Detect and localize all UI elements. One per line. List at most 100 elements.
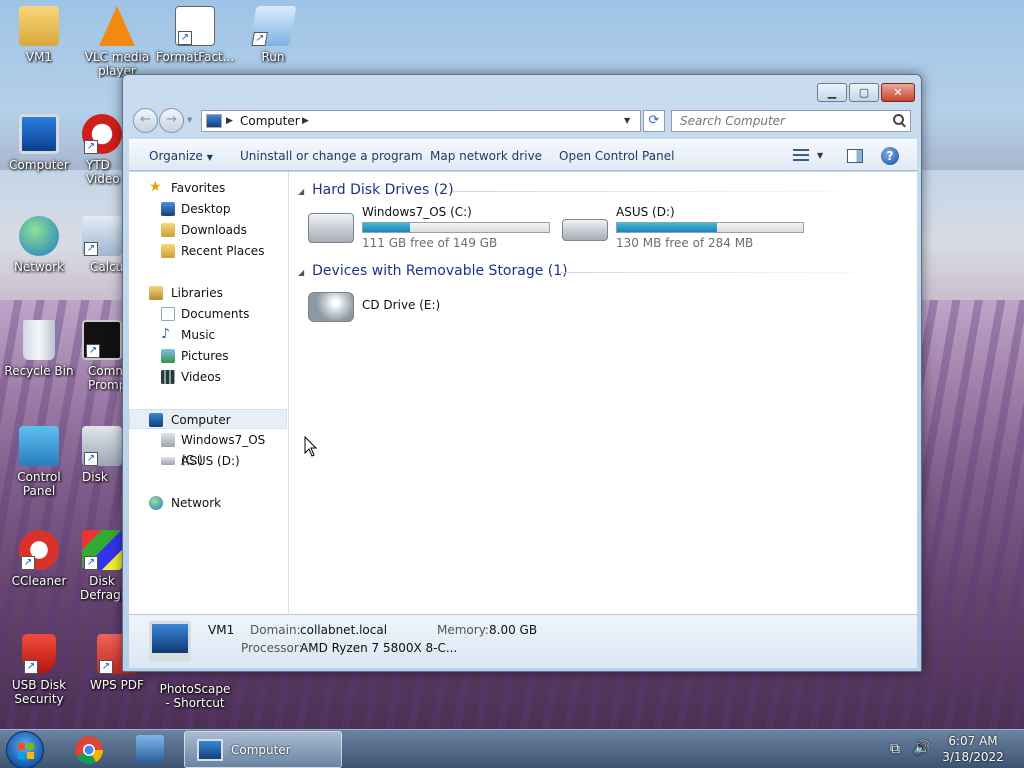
- computer-small-icon: [197, 739, 223, 761]
- desktop-icon-recycle-bin[interactable]: Recycle Bin: [0, 320, 78, 378]
- nav-label: Computer: [171, 413, 231, 427]
- desktop-icon-calculator[interactable]: ↗ Calculator: [80, 216, 124, 274]
- maximize-icon: ▢: [858, 86, 870, 99]
- desktop-icon-label: USB Disk Security: [11, 678, 67, 706]
- vlc-cone-icon: [99, 6, 135, 46]
- nav-recent-places[interactable]: Recent Places: [129, 241, 287, 261]
- clock[interactable]: 6:07 AM 3/18/2022: [940, 734, 1006, 764]
- taskbar-window-computer[interactable]: Computer: [184, 731, 342, 768]
- explorer-window: ▁ ▢ ✕ ← → ▼ ▶ Computer ▶ ▼ ⟳ Organize▼ U…: [122, 74, 922, 672]
- drive-usage-fill: [363, 223, 411, 232]
- map-network-drive-button[interactable]: Map network drive: [430, 149, 542, 163]
- help-icon[interactable]: ?: [881, 147, 899, 165]
- documents-icon: [161, 307, 175, 321]
- recent-pages-dropdown-icon[interactable]: ▼: [187, 116, 192, 124]
- desktop-icon-usb-disk-security[interactable]: ↗ USB Disk Security: [0, 634, 78, 706]
- open-control-panel-button[interactable]: Open Control Panel: [559, 149, 674, 163]
- ccleaner-icon: ↗: [19, 530, 59, 570]
- volume-icon[interactable]: 🔊: [913, 740, 930, 756]
- desktop-icon-label: VM1: [25, 50, 53, 64]
- nav-downloads[interactable]: Downloads: [129, 220, 287, 240]
- forward-button[interactable]: →: [159, 108, 184, 133]
- taskbar-app[interactable]: [130, 732, 172, 767]
- computer-small-icon: [149, 413, 163, 427]
- search-icon[interactable]: [893, 114, 904, 125]
- desktop-icon-command-prompt[interactable]: ↗ Command Prompt: [80, 320, 124, 392]
- desktop-icon-ytd[interactable]: ↗ YTD Video Downloader: [80, 114, 124, 186]
- refresh-button[interactable]: ⟳: [643, 110, 665, 132]
- view-options-dropdown-icon[interactable]: ▼: [817, 151, 823, 160]
- minimize-button[interactable]: ▁: [817, 83, 847, 102]
- drive-usage-bar: [362, 222, 550, 233]
- windows-drive-icon: [308, 213, 354, 243]
- breadcrumb-separator-icon[interactable]: ▶: [302, 116, 309, 126]
- nav-label: Favorites: [171, 181, 226, 195]
- desktop-icon-disk-defragmenter[interactable]: ↗ Disk Defragmenter: [80, 530, 124, 602]
- desktop-icon-formatfactory[interactable]: ↗ FormatFact...: [156, 6, 234, 64]
- organize-label: Organize: [149, 149, 203, 163]
- nav-pictures[interactable]: Pictures: [129, 346, 287, 366]
- desktop-icon-run[interactable]: ↗ Run: [234, 6, 312, 64]
- desktop-icon-label: Command Prompt: [88, 364, 124, 392]
- group-header-removable-storage[interactable]: ◢ Devices with Removable Storage (1): [298, 263, 568, 279]
- terminal-icon: ↗: [82, 320, 122, 360]
- desktop-icon-vlc[interactable]: VLC media player: [78, 6, 156, 78]
- drive-c[interactable]: Windows7_OS (C:) 111 GB free of 149 GB: [308, 205, 558, 251]
- minimize-icon: ▁: [827, 86, 837, 99]
- nav-network[interactable]: Network: [129, 493, 287, 513]
- nav-label: Desktop: [181, 202, 231, 216]
- desktop-icon-vm1[interactable]: VM1: [0, 6, 78, 64]
- nav-videos[interactable]: Videos: [129, 367, 287, 387]
- back-arrow-icon: ←: [140, 112, 151, 127]
- start-button[interactable]: [6, 731, 44, 768]
- preview-pane-icon[interactable]: [847, 149, 863, 163]
- taskbar: Computer ⧉ 🔊 6:07 AM 3/18/2022: [0, 729, 1024, 768]
- group-title: Devices with Removable Storage (1): [312, 263, 568, 279]
- desktop-icon-computer[interactable]: Computer: [0, 114, 78, 172]
- desktop-icon-ccleaner[interactable]: ↗ CCleaner: [0, 530, 78, 588]
- desktop-icon-photoscape[interactable]: PhotoScape - Shortcut: [156, 672, 234, 710]
- nav-desktop[interactable]: Desktop: [129, 199, 287, 219]
- nav-label: Documents: [181, 307, 250, 321]
- search-input[interactable]: [671, 110, 911, 132]
- desktop-icon-disk-cleanup[interactable]: ↗ Disk Cleanup: [80, 426, 124, 484]
- back-button[interactable]: ←: [133, 108, 158, 133]
- collapse-icon: ◢: [298, 187, 305, 196]
- videos-icon: [161, 370, 175, 384]
- nav-favorites[interactable]: ★ Favorites: [129, 178, 287, 198]
- maximize-button[interactable]: ▢: [849, 83, 879, 102]
- drive-name: ASUS (D:): [616, 205, 675, 219]
- address-bar[interactable]: ▶ Computer ▶ ▼: [201, 110, 641, 132]
- nav-label: Libraries: [171, 286, 223, 300]
- chevron-down-icon: ▼: [206, 153, 213, 162]
- mouse-cursor-icon: [304, 436, 318, 457]
- collapse-icon: ◢: [298, 268, 305, 277]
- change-view-icon[interactable]: [793, 149, 809, 163]
- breadcrumb-computer[interactable]: Computer: [240, 114, 300, 128]
- nav-drive-c[interactable]: Windows7_OS (C:): [129, 430, 287, 467]
- close-button[interactable]: ✕: [881, 83, 915, 102]
- uninstall-program-button[interactable]: Uninstall or change a program: [240, 149, 423, 163]
- address-history-dropdown-icon[interactable]: ▼: [624, 116, 630, 125]
- memory-label: Memory:: [437, 623, 489, 637]
- clock-date: 3/18/2022: [942, 750, 1004, 764]
- explorer-body: ★ Favorites Desktop Downloads Recent Pla…: [129, 172, 917, 614]
- nav-documents[interactable]: Documents: [129, 304, 287, 324]
- drive-d[interactable]: ASUS (D:) 130 MB free of 284 MB: [562, 205, 812, 251]
- computer-small-icon: [206, 114, 222, 128]
- taskbar-chrome[interactable]: [68, 732, 110, 767]
- nav-drive-d[interactable]: ASUS (D:): [129, 451, 287, 471]
- desktop-icon-label: Calculator: [90, 260, 124, 274]
- desktop-icon-control-panel[interactable]: Control Panel: [0, 426, 78, 498]
- nav-music[interactable]: ♪ Music: [129, 325, 287, 345]
- nav-libraries[interactable]: Libraries: [129, 283, 287, 303]
- nav-computer[interactable]: Computer: [129, 409, 287, 429]
- breadcrumb-separator-icon[interactable]: ▶: [226, 116, 233, 126]
- network-status-icon[interactable]: ⧉: [890, 741, 900, 757]
- group-header-hard-disk-drives[interactable]: ◢ Hard Disk Drives (2): [298, 182, 454, 198]
- format-factory-icon: ↗: [175, 6, 215, 46]
- clock-time: 6:07 AM: [948, 734, 998, 748]
- drive-e-cd[interactable]: CD Drive (E:): [308, 284, 468, 330]
- organize-button[interactable]: Organize ▼: [149, 149, 213, 163]
- desktop-icon-network[interactable]: Network: [0, 216, 78, 274]
